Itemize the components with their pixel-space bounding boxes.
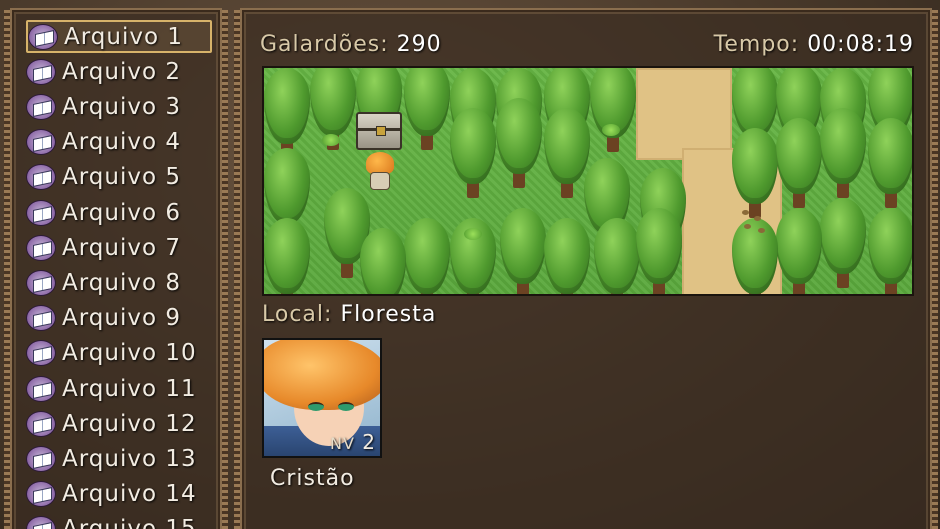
book-icon <box>26 410 56 437</box>
grass-tuft <box>464 228 482 240</box>
book-icon <box>26 199 56 226</box>
save-file-label: Arquivo 13 <box>62 445 197 472</box>
pine-tree <box>636 208 682 294</box>
pine-tree <box>450 108 496 198</box>
book-icon <box>26 129 56 156</box>
book-icon <box>26 481 56 508</box>
pine-tree <box>868 118 912 208</box>
save-file-label: Arquivo 5 <box>62 164 181 191</box>
pebbles <box>740 208 770 236</box>
pine-tree <box>500 208 546 294</box>
pine-tree <box>404 218 450 294</box>
hero-sprite <box>364 152 396 192</box>
book-icon <box>26 164 56 191</box>
pine-tree <box>264 68 310 158</box>
save-file-slot[interactable]: Arquivo 2 <box>26 55 212 88</box>
save-file-slot[interactable]: Arquivo 7 <box>26 231 212 264</box>
location-label: Local: <box>262 302 333 327</box>
character-portrait: NV 2 <box>262 338 382 458</box>
pine-tree <box>820 198 866 288</box>
book-icon <box>28 23 58 50</box>
save-file-label: Arquivo 1 <box>64 23 183 50</box>
book-icon <box>26 516 56 529</box>
character-name: Cristão <box>270 466 355 491</box>
save-file-slot[interactable]: Arquivo 4 <box>26 126 212 159</box>
save-file-slot[interactable]: Arquivo 13 <box>26 442 212 475</box>
pine-tree <box>404 68 450 150</box>
save-file-slot[interactable]: Arquivo 11 <box>26 372 212 405</box>
level-value: 2 <box>362 430 376 454</box>
awards-counter: Galardões: 290 <box>260 32 442 57</box>
location-value: Floresta <box>340 302 437 327</box>
save-file-slot[interactable]: Arquivo 9 <box>26 302 212 335</box>
save-file-slot[interactable]: Arquivo 15 <box>26 513 212 529</box>
book-icon <box>26 234 56 261</box>
save-file-slot[interactable]: Arquivo 5 <box>26 161 212 194</box>
save-file-label: Arquivo 12 <box>62 410 197 437</box>
pine-tree <box>732 128 778 218</box>
save-file-slot[interactable]: Arquivo 3 <box>26 90 212 123</box>
pine-tree <box>776 208 822 294</box>
book-icon <box>26 58 56 85</box>
save-file-slot[interactable]: Arquivo 10 <box>26 337 212 370</box>
book-icon <box>26 305 56 332</box>
pine-tree <box>820 108 866 198</box>
save-file-label: Arquivo 15 <box>62 516 197 529</box>
save-file-label: Arquivo 9 <box>62 305 181 332</box>
save-file-slot[interactable]: Arquivo 12 <box>26 407 212 440</box>
grass-tuft <box>322 134 340 146</box>
pine-tree <box>594 218 640 294</box>
pine-tree <box>868 208 912 294</box>
book-icon <box>26 93 56 120</box>
book-icon <box>26 375 56 402</box>
treasure-chest <box>356 112 402 150</box>
character-level: NV 2 <box>330 430 376 454</box>
save-file-slot[interactable]: Arquivo 1 <box>26 20 212 53</box>
playtime-label: Tempo: <box>713 32 800 57</box>
save-file-label: Arquivo 3 <box>62 93 181 120</box>
awards-label: Galardões: <box>260 32 389 57</box>
playtime-value: 00:08:19 <box>807 32 914 57</box>
save-file-label: Arquivo 4 <box>62 129 181 156</box>
pine-tree <box>496 98 542 188</box>
location-map-snapshot <box>262 66 914 296</box>
location-info: Local: Floresta <box>262 302 436 327</box>
awards-value: 290 <box>396 32 442 57</box>
grass-tuft <box>602 124 620 136</box>
save-file-label: Arquivo 14 <box>62 481 197 508</box>
save-file-list: Arquivo 1 Arquivo 2 Arquivo 3 Arquivo 4 Arqu… <box>4 8 228 529</box>
dirt-path <box>636 68 732 160</box>
level-label: NV <box>329 434 355 453</box>
book-icon <box>26 269 56 296</box>
book-icon <box>26 340 56 367</box>
book-icon <box>26 445 56 472</box>
save-file-slot[interactable]: Arquivo 6 <box>26 196 212 229</box>
pine-tree <box>264 218 310 294</box>
pine-tree <box>776 118 822 208</box>
save-file-slot[interactable]: Arquivo 8 <box>26 266 212 299</box>
save-file-label: Arquivo 6 <box>62 199 181 226</box>
save-file-slot[interactable]: Arquivo 14 <box>26 478 212 511</box>
save-file-label: Arquivo 7 <box>62 234 181 261</box>
pine-tree <box>360 228 406 294</box>
save-file-details: Galardões: 290 Tempo: 00:08:19 Local: Fl… <box>234 8 938 529</box>
save-file-label: Arquivo 2 <box>62 58 181 85</box>
playtime-counter: Tempo: 00:08:19 <box>714 32 914 57</box>
save-file-label: Arquivo 11 <box>62 375 197 402</box>
pine-tree <box>544 218 590 294</box>
save-file-label: Arquivo 10 <box>62 340 197 367</box>
save-file-label: Arquivo 8 <box>62 269 181 296</box>
pine-tree <box>590 68 636 152</box>
